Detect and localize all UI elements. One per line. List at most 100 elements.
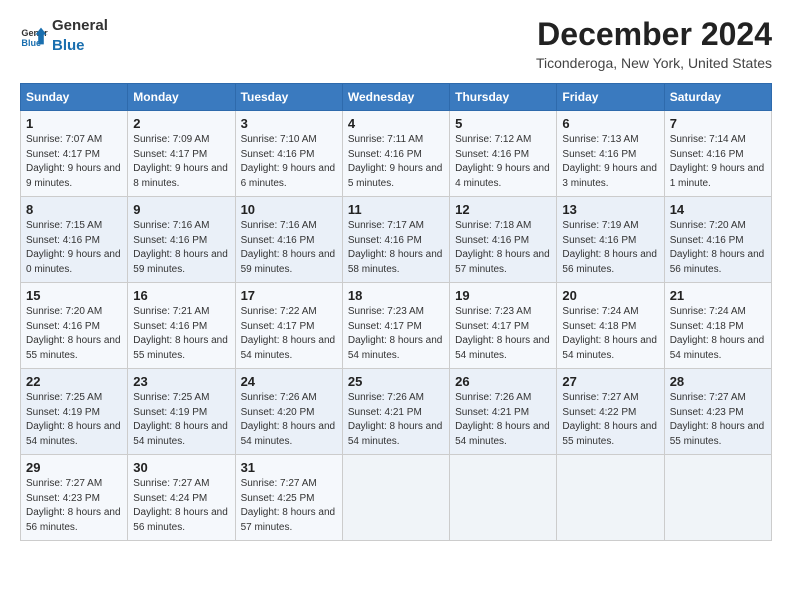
header-sunday: Sunday xyxy=(21,84,128,111)
day-cell xyxy=(557,455,664,541)
week-row-4: 22 Sunrise: 7:25 AMSunset: 4:19 PMDayligh… xyxy=(21,369,772,455)
day-number: 1 xyxy=(26,116,122,131)
day-cell: 8 Sunrise: 7:15 AMSunset: 4:16 PMDaylight… xyxy=(21,197,128,283)
day-info: Sunrise: 7:27 AMSunset: 4:25 PMDaylight:… xyxy=(241,477,337,535)
calendar-title: December 2024 xyxy=(536,16,772,53)
day-info: Sunrise: 7:21 AMSunset: 4:16 PMDaylight:… xyxy=(133,305,229,363)
day-info: Sunrise: 7:18 AMSunset: 4:16 PMDaylight:… xyxy=(455,219,551,277)
day-cell: 26 Sunrise: 7:26 AMSunset: 4:21 PMDayligh… xyxy=(450,369,557,455)
day-info: Sunrise: 7:12 AMSunset: 4:16 PMDaylight:… xyxy=(455,133,551,191)
day-info: Sunrise: 7:15 AMSunset: 4:16 PMDaylight:… xyxy=(26,219,122,277)
header-monday: Monday xyxy=(128,84,235,111)
header-saturday: Saturday xyxy=(664,84,771,111)
day-cell: 29Sunrise: 7:27 AMSunset: 4:23 PMDayligh… xyxy=(21,455,128,541)
calendar-table: SundayMondayTuesdayWednesdayThursdayFrid… xyxy=(20,83,772,541)
day-number: 5 xyxy=(455,116,551,131)
header-tuesday: Tuesday xyxy=(235,84,342,111)
day-info: Sunrise: 7:14 AMSunset: 4:16 PMDaylight:… xyxy=(670,133,766,191)
day-number: 17 xyxy=(241,288,337,303)
day-info: Sunrise: 7:26 AMSunset: 4:21 PMDaylight:… xyxy=(455,391,551,449)
day-cell: 1 Sunrise: 7:07 AMSunset: 4:17 PMDaylight… xyxy=(21,111,128,197)
day-number: 25 xyxy=(348,374,444,389)
day-info: Sunrise: 7:07 AMSunset: 4:17 PMDaylight:… xyxy=(26,133,122,191)
logo-line2: Blue xyxy=(52,36,108,56)
day-info: Sunrise: 7:19 AMSunset: 4:16 PMDaylight:… xyxy=(562,219,658,277)
day-number: 24 xyxy=(241,374,337,389)
day-cell: 20 Sunrise: 7:24 AMSunset: 4:18 PMDayligh… xyxy=(557,283,664,369)
day-cell: 23 Sunrise: 7:25 AMSunset: 4:19 PMDayligh… xyxy=(128,369,235,455)
day-cell: 10 Sunrise: 7:16 AMSunset: 4:16 PMDayligh… xyxy=(235,197,342,283)
day-cell: 6 Sunrise: 7:13 AMSunset: 4:16 PMDaylight… xyxy=(557,111,664,197)
day-cell: 21Sunrise: 7:24 AMSunset: 4:18 PMDayligh… xyxy=(664,283,771,369)
day-cell: 16 Sunrise: 7:21 AMSunset: 4:16 PMDayligh… xyxy=(128,283,235,369)
day-number: 23 xyxy=(133,374,229,389)
day-number: 6 xyxy=(562,116,658,131)
day-cell: 17 Sunrise: 7:22 AMSunset: 4:17 PMDayligh… xyxy=(235,283,342,369)
day-info: Sunrise: 7:20 AMSunset: 4:16 PMDaylight:… xyxy=(670,219,766,277)
day-info: Sunrise: 7:11 AMSunset: 4:16 PMDaylight:… xyxy=(348,133,444,191)
day-number: 4 xyxy=(348,116,444,131)
logo-line1: General xyxy=(52,16,108,36)
day-number: 30 xyxy=(133,460,229,475)
day-info: Sunrise: 7:25 AMSunset: 4:19 PMDaylight:… xyxy=(133,391,229,449)
day-number: 28 xyxy=(670,374,766,389)
day-cell: 9 Sunrise: 7:16 AMSunset: 4:16 PMDaylight… xyxy=(128,197,235,283)
day-cell xyxy=(664,455,771,541)
day-number: 21 xyxy=(670,288,766,303)
day-number: 15 xyxy=(26,288,122,303)
header-row: SundayMondayTuesdayWednesdayThursdayFrid… xyxy=(21,84,772,111)
week-row-3: 15 Sunrise: 7:20 AMSunset: 4:16 PMDayligh… xyxy=(21,283,772,369)
day-cell: 31 Sunrise: 7:27 AMSunset: 4:25 PMDayligh… xyxy=(235,455,342,541)
logo: General Blue General Blue xyxy=(20,16,108,55)
day-info: Sunrise: 7:22 AMSunset: 4:17 PMDaylight:… xyxy=(241,305,337,363)
day-cell: 30 Sunrise: 7:27 AMSunset: 4:24 PMDayligh… xyxy=(128,455,235,541)
day-number: 26 xyxy=(455,374,551,389)
day-cell: 28 Sunrise: 7:27 AMSunset: 4:23 PMDayligh… xyxy=(664,369,771,455)
day-cell: 19Sunrise: 7:23 AMSunset: 4:17 PMDayligh… xyxy=(450,283,557,369)
day-number: 11 xyxy=(348,202,444,217)
day-info: Sunrise: 7:10 AMSunset: 4:16 PMDaylight:… xyxy=(241,133,337,191)
day-info: Sunrise: 7:27 AMSunset: 4:24 PMDaylight:… xyxy=(133,477,229,535)
day-number: 13 xyxy=(562,202,658,217)
svg-text:Blue: Blue xyxy=(21,37,41,47)
header-wednesday: Wednesday xyxy=(342,84,449,111)
day-number: 27 xyxy=(562,374,658,389)
day-info: Sunrise: 7:20 AMSunset: 4:16 PMDaylight:… xyxy=(26,305,122,363)
day-number: 16 xyxy=(133,288,229,303)
day-number: 22 xyxy=(26,374,122,389)
day-info: Sunrise: 7:24 AMSunset: 4:18 PMDaylight:… xyxy=(562,305,658,363)
day-number: 3 xyxy=(241,116,337,131)
day-info: Sunrise: 7:17 AMSunset: 4:16 PMDaylight:… xyxy=(348,219,444,277)
header-friday: Friday xyxy=(557,84,664,111)
title-block: December 2024 Ticonderoga, New York, Uni… xyxy=(536,16,772,71)
day-info: Sunrise: 7:27 AMSunset: 4:22 PMDaylight:… xyxy=(562,391,658,449)
day-cell: 5 Sunrise: 7:12 AMSunset: 4:16 PMDaylight… xyxy=(450,111,557,197)
day-cell: 14Sunrise: 7:20 AMSunset: 4:16 PMDayligh… xyxy=(664,197,771,283)
week-row-1: 1 Sunrise: 7:07 AMSunset: 4:17 PMDaylight… xyxy=(21,111,772,197)
day-cell xyxy=(450,455,557,541)
day-number: 20 xyxy=(562,288,658,303)
day-number: 12 xyxy=(455,202,551,217)
day-info: Sunrise: 7:26 AMSunset: 4:20 PMDaylight:… xyxy=(241,391,337,449)
day-number: 8 xyxy=(26,202,122,217)
day-number: 9 xyxy=(133,202,229,217)
day-number: 10 xyxy=(241,202,337,217)
day-info: Sunrise: 7:16 AMSunset: 4:16 PMDaylight:… xyxy=(133,219,229,277)
day-cell: 7Sunrise: 7:14 AMSunset: 4:16 PMDaylight… xyxy=(664,111,771,197)
day-number: 18 xyxy=(348,288,444,303)
day-info: Sunrise: 7:26 AMSunset: 4:21 PMDaylight:… xyxy=(348,391,444,449)
week-row-2: 8 Sunrise: 7:15 AMSunset: 4:16 PMDaylight… xyxy=(21,197,772,283)
day-info: Sunrise: 7:13 AMSunset: 4:16 PMDaylight:… xyxy=(562,133,658,191)
day-cell: 3 Sunrise: 7:10 AMSunset: 4:16 PMDaylight… xyxy=(235,111,342,197)
day-info: Sunrise: 7:16 AMSunset: 4:16 PMDaylight:… xyxy=(241,219,337,277)
header-thursday: Thursday xyxy=(450,84,557,111)
day-info: Sunrise: 7:25 AMSunset: 4:19 PMDaylight:… xyxy=(26,391,122,449)
calendar-subtitle: Ticonderoga, New York, United States xyxy=(536,55,772,71)
day-cell xyxy=(342,455,449,541)
day-cell: 11 Sunrise: 7:17 AMSunset: 4:16 PMDayligh… xyxy=(342,197,449,283)
day-cell: 22 Sunrise: 7:25 AMSunset: 4:19 PMDayligh… xyxy=(21,369,128,455)
day-number: 31 xyxy=(241,460,337,475)
day-info: Sunrise: 7:09 AMSunset: 4:17 PMDaylight:… xyxy=(133,133,229,191)
day-cell: 24 Sunrise: 7:26 AMSunset: 4:20 PMDayligh… xyxy=(235,369,342,455)
day-info: Sunrise: 7:27 AMSunset: 4:23 PMDaylight:… xyxy=(670,391,766,449)
